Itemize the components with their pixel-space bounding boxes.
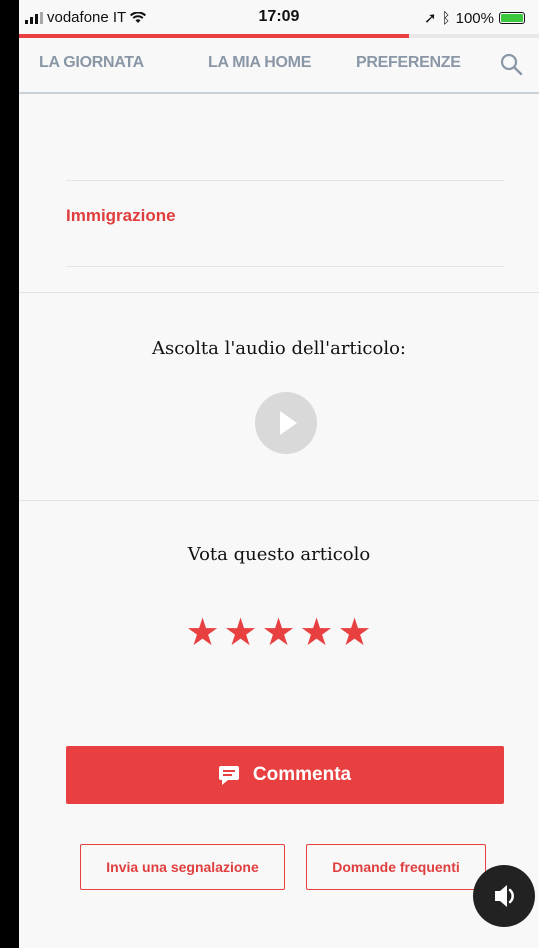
divider [66, 180, 504, 181]
rating-stars: ★★★★★ [19, 610, 539, 655]
star-icon[interactable]: ★ [298, 610, 336, 655]
report-button-label: Invia una segnalazione [106, 859, 259, 875]
tab-la-giornata[interactable]: LA GIORNATA [39, 54, 144, 72]
star-icon[interactable]: ★ [260, 610, 298, 655]
audio-title: Ascolta l'audio dell'articolo: [151, 338, 406, 359]
bluetooth-icon: ᛒ [441, 9, 451, 27]
section-divider [19, 292, 539, 293]
tab-la-mia-home[interactable]: LA MIA HOME [208, 54, 311, 72]
comment-button-label: Commenta [252, 764, 352, 785]
battery-icon [499, 12, 525, 24]
divider [66, 266, 504, 267]
status-bar: vodafone IT 17:09 ➚ ᛒ 100% [19, 0, 539, 34]
star-icon[interactable]: ★ [184, 610, 222, 655]
rating-title: Vota questo articolo [187, 544, 371, 565]
faq-button-label: Domande frequenti [332, 859, 460, 875]
star-icon[interactable]: ★ [336, 610, 374, 655]
article-tag[interactable]: Immigrazione [66, 206, 176, 226]
search-icon[interactable] [499, 52, 523, 76]
battery-percent: 100% [455, 9, 494, 27]
location-arrow-icon: ➚ [424, 10, 437, 27]
play-button[interactable] [255, 392, 317, 454]
comment-icon [218, 766, 239, 785]
speaker-icon [495, 885, 514, 907]
top-nav: LA GIORNATA LA MIA HOME PREFERENZE [19, 38, 539, 94]
section-divider [19, 500, 539, 501]
status-right: ➚ ᛒ 100% [424, 9, 525, 27]
app-screen: vodafone IT 17:09 ➚ ᛒ 100% LA GIORNATA L… [19, 0, 539, 948]
audio-player-button[interactable] [473, 865, 535, 927]
report-button[interactable]: Invia una segnalazione [80, 844, 285, 890]
star-icon[interactable]: ★ [222, 610, 260, 655]
tab-preferenze[interactable]: PREFERENZE [356, 54, 461, 72]
comment-button[interactable]: Commenta [66, 746, 504, 804]
faq-button[interactable]: Domande frequenti [306, 844, 486, 890]
